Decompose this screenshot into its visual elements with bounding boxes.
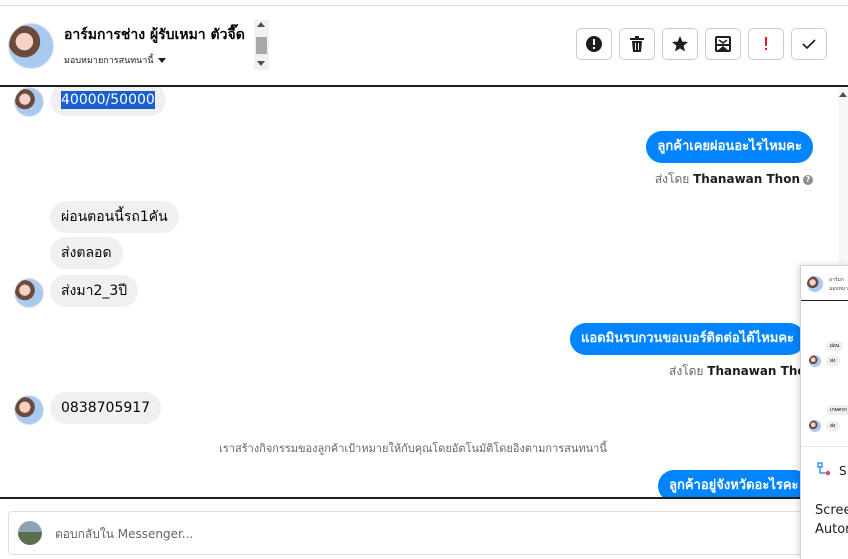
sent-by-label: ส่งโดย Thanawan Thon	[669, 362, 814, 381]
message-outgoing[interactable]: ลูกค้าเคยผ่อนอะไรไหมคะ	[646, 131, 813, 163]
preview-line: Scree	[815, 503, 848, 518]
message-outgoing[interactable]: แอดมินรบกวนขอเบอร์ติดต่อได้ไหมคะ	[570, 323, 806, 355]
message-incoming[interactable]: 0838705917	[50, 392, 162, 424]
contact-avatar[interactable]	[8, 23, 54, 69]
check-icon	[802, 39, 816, 50]
sent-by-agent: Thanawan Thon	[707, 364, 815, 378]
scroll-up-arrow-icon[interactable]	[839, 92, 847, 97]
help-icon[interactable]: ?	[803, 174, 813, 185]
sent-by-prefix: ส่งโดย	[654, 172, 690, 186]
message-incoming[interactable]: ส่งมา2_3ปี	[50, 275, 139, 307]
reply-input[interactable]	[53, 522, 557, 546]
delete-button[interactable]	[619, 28, 655, 60]
move-button[interactable]	[705, 28, 741, 60]
mark-done-button[interactable]	[791, 28, 827, 60]
contact-name[interactable]: อาร์มการช่าง ผู้รับเหมา ตัวจี๊ด	[64, 24, 245, 46]
thread-divider	[0, 497, 848, 499]
reply-composer	[8, 511, 840, 555]
page-avatar	[18, 521, 42, 545]
contact-small-avatar	[14, 87, 44, 117]
star-icon	[672, 36, 688, 52]
preview-avatar	[807, 276, 823, 292]
preview-bubble: ส่ง	[826, 421, 840, 431]
scroll-up-arrow-icon[interactable]	[257, 22, 265, 27]
preview-bubble: ผ่อน	[826, 341, 844, 351]
workflow-icon	[817, 462, 831, 476]
preview-avatar	[809, 355, 821, 367]
exclamation-circle-icon	[586, 36, 602, 52]
contact-small-avatar	[14, 395, 44, 425]
message-incoming[interactable]: 40000/50000	[50, 87, 166, 116]
selected-text: 40000/50000	[61, 91, 155, 109]
spam-button[interactable]	[748, 28, 784, 60]
conversation-header: อาร์มการช่าง ผู้รับเหมา ตัวจี๊ด มอบหมายก…	[0, 6, 848, 85]
message-thread[interactable]: 40000/50000 ลูกค้าเคยผ่อนอะไรไหมคะ ส่งโด…	[0, 87, 848, 497]
report-button[interactable]	[576, 28, 612, 60]
scroll-thumb[interactable]	[256, 37, 267, 54]
scroll-down-arrow-icon[interactable]	[257, 61, 265, 66]
system-notice: เราสร้างกิจกรรมของลูกค้าเป้าหมายให้กับคุ…	[219, 442, 607, 455]
preview-header-sub: มอบหมาย	[829, 286, 848, 292]
sent-by-agent: Thanawan Thon	[693, 172, 800, 186]
preview-divider	[801, 300, 848, 301]
preview-line: Autor	[815, 522, 848, 537]
caret-down-icon	[157, 58, 166, 63]
message-outgoing[interactable]: ลูกค้าอยู่จังหวัดอะไรคะ	[658, 470, 810, 497]
preview-avatar	[809, 420, 821, 432]
sent-by-prefix: ส่งโดย	[669, 364, 704, 378]
header-scrollbar[interactable]	[254, 20, 269, 70]
preview-section: S Scree Autor	[801, 446, 848, 559]
sent-by-label: ส่งโดย Thanawan Thon?	[655, 170, 813, 189]
assign-label: มอบหมายการสนทนานี้	[64, 56, 154, 66]
preview-bubble: ส่ง	[826, 356, 840, 366]
mail-archive-icon	[715, 36, 731, 52]
message-incoming[interactable]: ส่งตลอด	[50, 237, 123, 269]
preview-header-name: อาร์มก	[829, 277, 844, 283]
preview-section-title: S	[839, 464, 847, 478]
message-incoming[interactable]: ผ่อนตอนนี้รถ1คัน	[50, 201, 179, 233]
floating-preview-panel[interactable]: อาร์มก มอบหมาย ผ่อน ส่ง เกษตรก ส่ง S Scr…	[800, 265, 848, 559]
star-button[interactable]	[662, 28, 698, 60]
assign-conversation-dropdown[interactable]: มอบหมายการสนทนานี้	[64, 53, 166, 67]
contact-small-avatar	[14, 278, 44, 308]
trash-icon	[630, 36, 644, 52]
red-exclamation-icon	[765, 37, 767, 50]
preview-bubble: เกษตรก	[826, 405, 848, 415]
